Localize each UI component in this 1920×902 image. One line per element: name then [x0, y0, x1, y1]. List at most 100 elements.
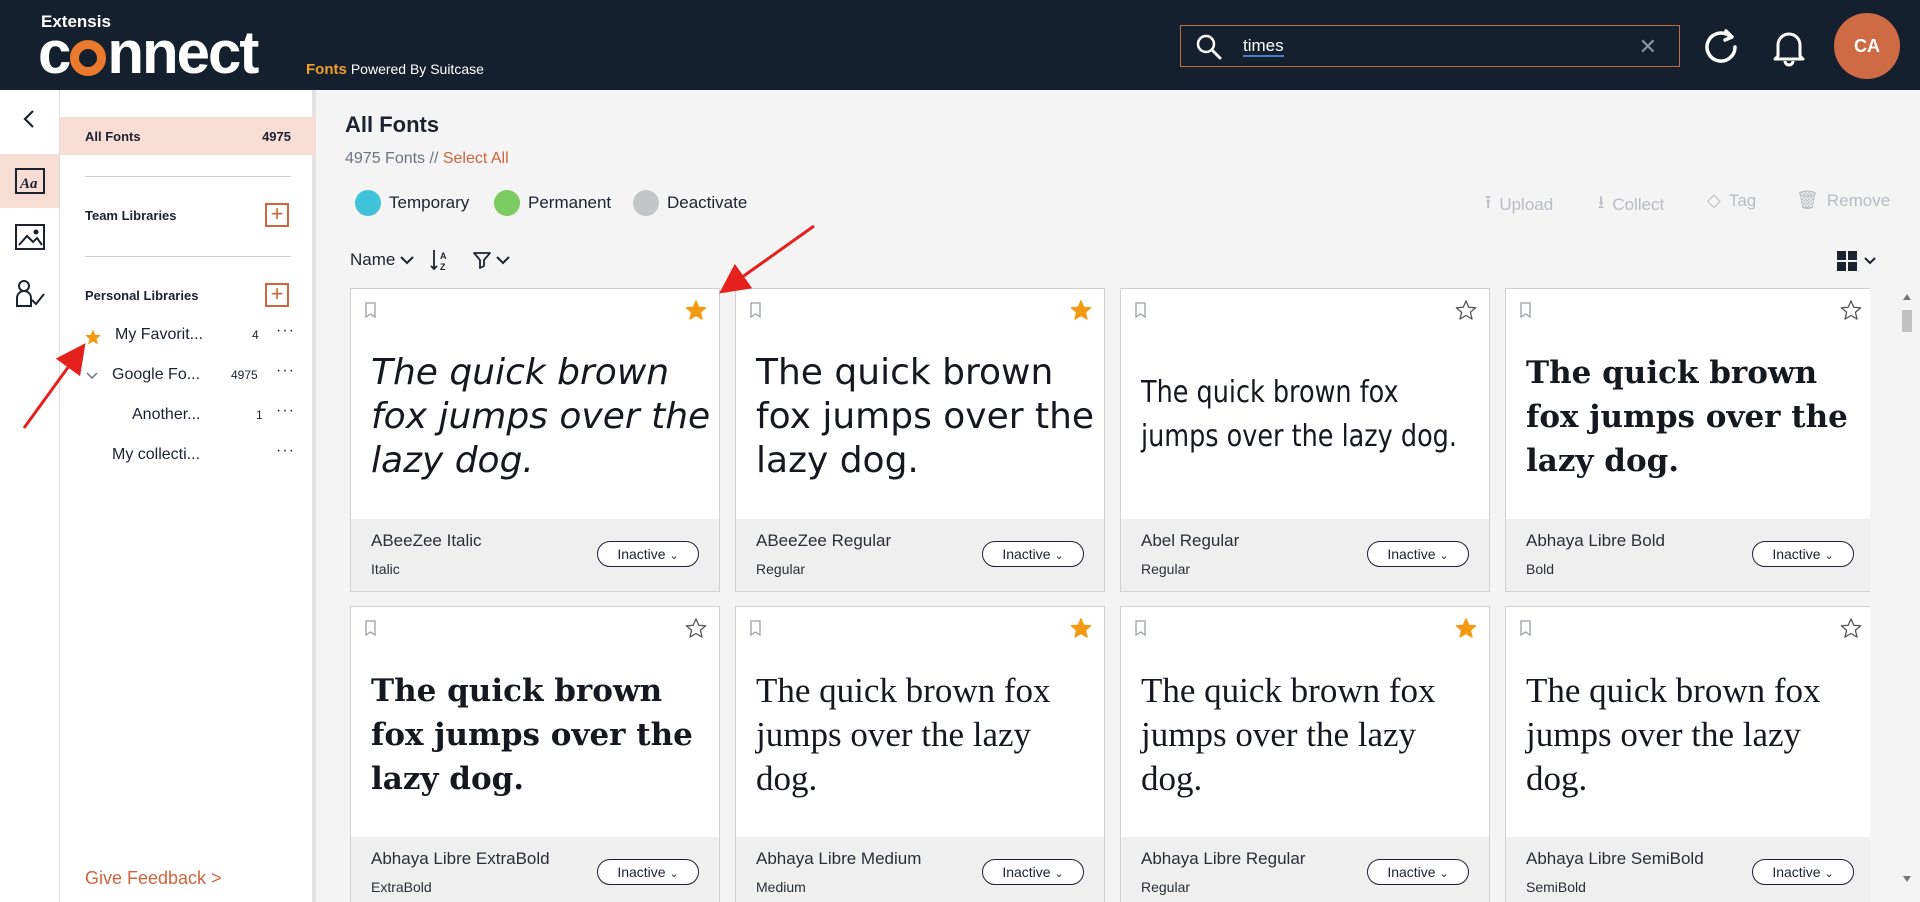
- more-options-icon[interactable]: ···: [276, 442, 295, 460]
- activation-dropdown[interactable]: Inactive ⌄: [982, 541, 1084, 567]
- font-card[interactable]: The quick brown fox jumps over the lazy …: [1505, 606, 1870, 902]
- sort-select[interactable]: Name: [350, 250, 415, 270]
- sidebar-item-my-favorites[interactable]: My Favorit... 4 ···: [60, 322, 316, 348]
- font-card[interactable]: The quick brown fox jumps over the lazy …: [735, 606, 1105, 902]
- font-name: Abel Regular: [1141, 531, 1240, 550]
- library-count: 1: [256, 408, 263, 422]
- rail-fonts[interactable]: Aa: [0, 154, 59, 208]
- add-team-library-button[interactable]: +: [265, 203, 289, 227]
- rail-manage[interactable]: [0, 266, 59, 320]
- upload-label: Upload: [1499, 195, 1554, 214]
- more-options-icon[interactable]: ···: [276, 322, 295, 340]
- font-style: Bold: [1526, 561, 1555, 577]
- status-label: Inactive: [1387, 864, 1436, 880]
- bookmark-icon[interactable]: [1133, 301, 1149, 319]
- bookmark-icon[interactable]: [1518, 619, 1534, 637]
- library-name: Google Fo...: [112, 366, 201, 383]
- sort-label: Name: [350, 250, 396, 269]
- brand-logo[interactable]: c nnect: [38, 19, 259, 86]
- activation-dropdown[interactable]: Inactive ⌄: [597, 859, 699, 885]
- user-avatar[interactable]: CA: [1834, 13, 1900, 79]
- remove-button[interactable]: 🗑 Remove: [1796, 190, 1890, 211]
- font-card[interactable]: The quick brown fox jumps over the lazy …: [735, 288, 1105, 592]
- font-card-footer: Abhaya Libre Bold Bold Inactive ⌄: [1506, 519, 1870, 591]
- font-card[interactable]: The quick brown fox jumps over the lazy …: [350, 606, 720, 902]
- sidebar-item-another[interactable]: Another... 1 ···: [60, 402, 316, 428]
- activation-dropdown[interactable]: Inactive ⌄: [1367, 541, 1469, 567]
- activation-dropdown[interactable]: Inactive ⌄: [982, 859, 1084, 885]
- activation-dropdown[interactable]: Inactive ⌄: [1367, 859, 1469, 885]
- activation-dropdown[interactable]: Inactive ⌄: [597, 541, 699, 567]
- bookmark-icon[interactable]: [363, 619, 379, 637]
- view-toggle[interactable]: [1835, 248, 1883, 279]
- svg-text:Aa: Aa: [19, 176, 38, 192]
- rail-images[interactable]: [0, 210, 59, 264]
- brand-logo-prefix: c: [38, 19, 71, 86]
- more-options-icon[interactable]: ···: [276, 402, 295, 420]
- filter-dropdown[interactable]: [473, 251, 511, 269]
- sidebar-item-my-collection[interactable]: My collecti... ···: [60, 442, 316, 468]
- star-outline-icon[interactable]: [1840, 299, 1862, 321]
- clear-icon[interactable]: ✕: [1639, 34, 1657, 60]
- chevron-down-icon: ⌄: [669, 868, 679, 880]
- font-library-icon: Aa: [14, 168, 45, 194]
- font-card-footer: Abel Regular Regular Inactive ⌄: [1121, 519, 1489, 591]
- collect-button[interactable]: ⭳ Collect: [1598, 190, 1664, 220]
- sidebar-item-all-fonts[interactable]: All Fonts 4975: [60, 117, 316, 155]
- personal-libraries-heading: Personal Libraries: [85, 288, 199, 303]
- activation-dropdown[interactable]: Inactive ⌄: [1752, 541, 1854, 567]
- bookmark-icon[interactable]: [1133, 619, 1149, 637]
- star-filled-icon[interactable]: [1070, 299, 1092, 321]
- tag-button[interactable]: ◇ Tag: [1707, 190, 1756, 211]
- chevron-left-icon: [22, 110, 34, 128]
- bookmark-icon[interactable]: [748, 301, 764, 319]
- product-name: Fonts: [306, 61, 347, 78]
- font-sample-text: The quick brown fox jumps over the lazy …: [756, 671, 1051, 798]
- chevron-down-icon: [496, 256, 511, 265]
- bookmark-icon[interactable]: [1518, 301, 1534, 319]
- bookmark-icon[interactable]: [748, 619, 764, 637]
- image-icon: [14, 224, 45, 250]
- search-box[interactable]: times ✕: [1180, 25, 1680, 67]
- give-feedback-link[interactable]: Give Feedback >: [85, 868, 222, 889]
- star-outline-icon[interactable]: [1455, 299, 1477, 321]
- select-all-link[interactable]: Select All: [443, 150, 509, 167]
- activation-dropdown[interactable]: Inactive ⌄: [1752, 859, 1854, 885]
- library-name: Another...: [132, 406, 201, 423]
- temporary-dot-icon: [355, 190, 381, 216]
- divider: [85, 176, 291, 177]
- font-sample-text: The quick brown fox jumps over the lazy …: [756, 352, 1095, 481]
- status-label: Inactive: [617, 546, 666, 562]
- font-card[interactable]: The quick brown fox jumps over the lazy …: [1120, 288, 1490, 592]
- trash-icon: 🗑: [1796, 190, 1819, 210]
- bell-icon[interactable]: [1768, 26, 1810, 68]
- vertical-scrollbar[interactable]: [1900, 288, 1914, 888]
- legend-label: Temporary: [389, 193, 470, 212]
- font-card-footer: ABeeZee Italic Italic Inactive ⌄: [351, 519, 719, 591]
- font-style: Medium: [756, 879, 806, 895]
- bookmark-icon[interactable]: [363, 301, 379, 319]
- font-card[interactable]: The quick brown fox jumps over the lazy …: [350, 288, 720, 592]
- chevron-down-icon[interactable]: [86, 371, 98, 381]
- font-card[interactable]: The quick brown fox jumps over the lazy …: [1120, 606, 1490, 902]
- star-filled-icon[interactable]: [685, 299, 707, 321]
- font-name: ABeeZee Regular: [756, 531, 892, 550]
- font-sample-text: The quick brown fox jumps over the lazy …: [371, 352, 711, 481]
- star-outline-icon[interactable]: [685, 617, 707, 639]
- star-filled-icon[interactable]: [1455, 617, 1477, 639]
- sidebar-item-google-fonts[interactable]: Google Fo... 4975 ···: [60, 362, 316, 388]
- search-input[interactable]: times: [1243, 37, 1284, 57]
- grid-view-icon: [1837, 251, 1876, 271]
- star-filled-icon[interactable]: [1070, 617, 1092, 639]
- font-name: Abhaya Libre ExtraBold: [371, 849, 550, 868]
- sort-az-icon[interactable]: AZ: [429, 248, 453, 272]
- font-card[interactable]: The quick brown fox jumps over the lazy …: [1505, 288, 1870, 592]
- chevron-down-icon: ⌄: [1054, 550, 1064, 562]
- add-personal-library-button[interactable]: +: [265, 283, 289, 307]
- more-options-icon[interactable]: ···: [276, 362, 295, 380]
- refresh-icon[interactable]: [1700, 26, 1742, 68]
- chevron-down-icon: ⌄: [1824, 550, 1834, 562]
- star-outline-icon[interactable]: [1840, 617, 1862, 639]
- upload-button[interactable]: ⭱ Upload: [1485, 190, 1553, 220]
- collapse-button[interactable]: [0, 92, 59, 146]
